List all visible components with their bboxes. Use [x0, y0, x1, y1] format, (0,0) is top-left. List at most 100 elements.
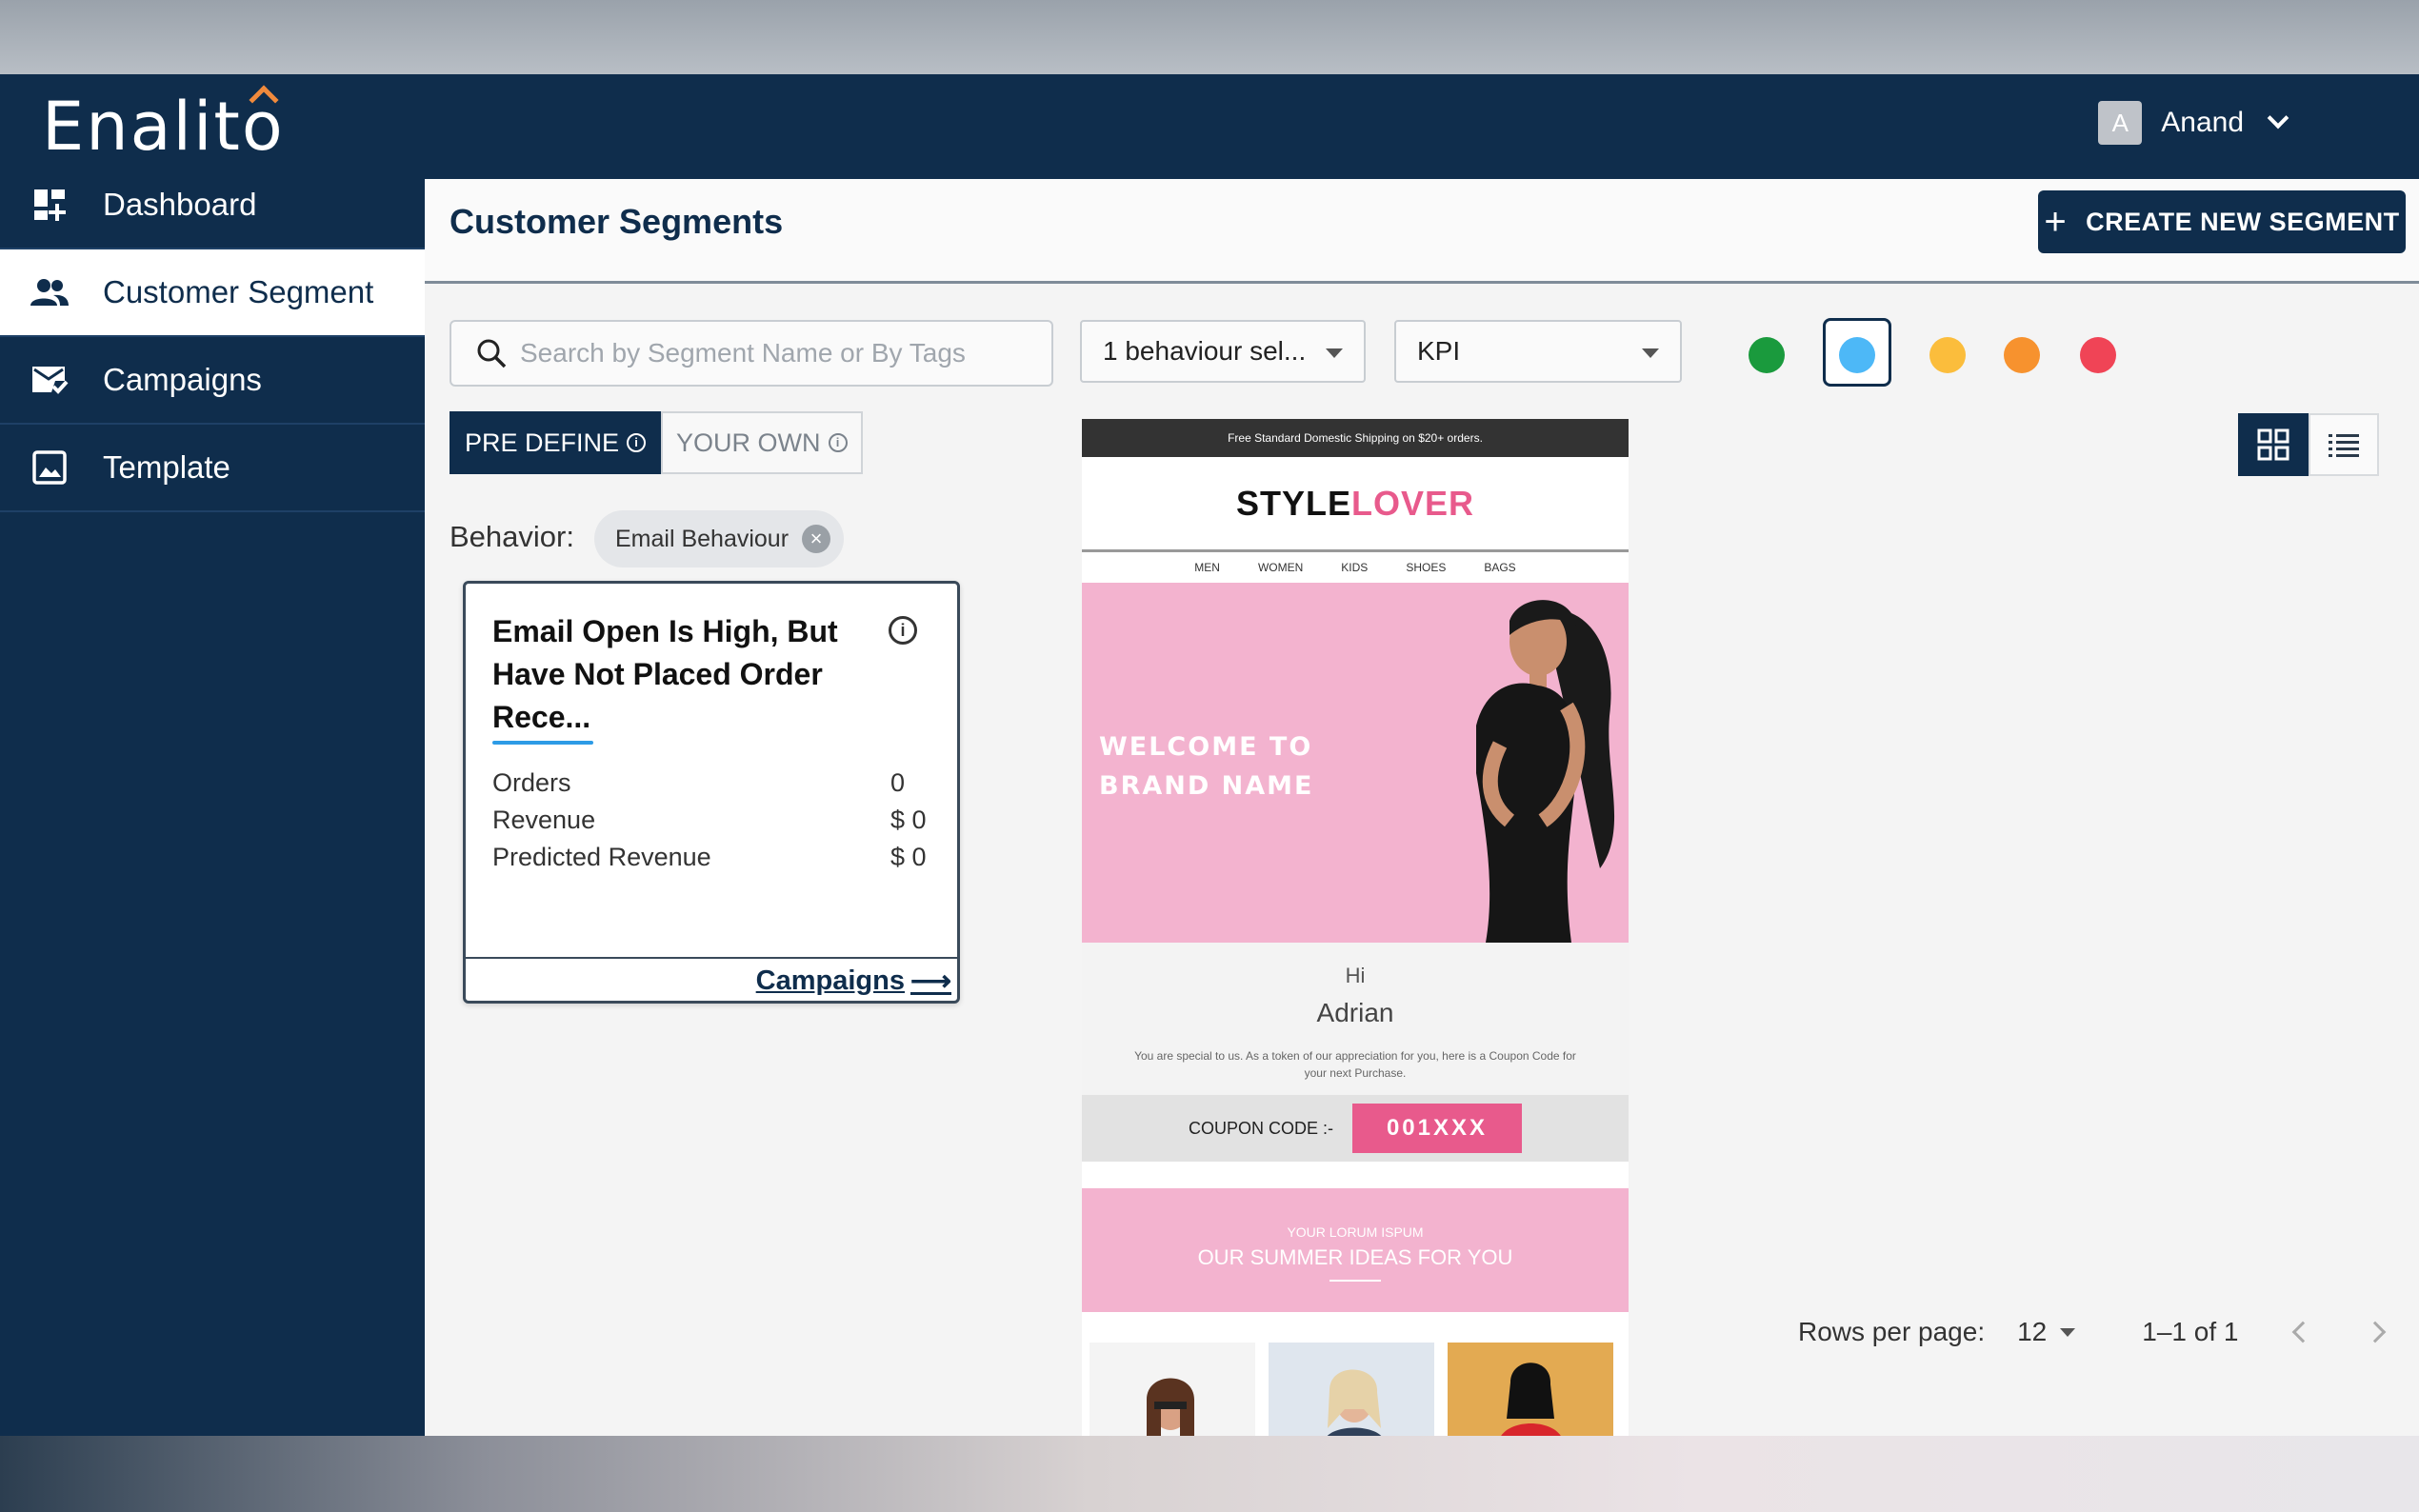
behaviour-select[interactable]: 1 behaviour sel... — [1080, 320, 1366, 383]
avatar: A — [2098, 101, 2143, 145]
preview-greeting: Hi Adrian You are special to us. As a to… — [1082, 943, 1629, 1095]
preview-brand: STYLE LOVER — [1082, 457, 1629, 552]
create-segment-label: CREATE NEW SEGMENT — [2086, 207, 2400, 236]
preview-coupon: COUPON CODE :- 001XXX — [1082, 1095, 1629, 1162]
info-icon[interactable]: i — [889, 616, 917, 645]
sidebar-item-label: Template — [103, 449, 230, 485]
tab-predefine-label: PRE DEFINE — [465, 428, 620, 457]
view-toggle — [2238, 413, 2379, 476]
list-view-button[interactable] — [2309, 413, 2379, 476]
sidebar: Enalito Dashboard Customer Segment Campa… — [0, 74, 425, 1436]
behaviour-select-value: 1 behaviour sel... — [1103, 336, 1307, 366]
app: Enalito Dashboard Customer Segment Campa… — [0, 74, 2419, 1436]
window-bottom-strip — [0, 1436, 2419, 1512]
tab-your-own[interactable]: YOUR OWN i — [661, 411, 863, 474]
banner-line — [1329, 1280, 1381, 1282]
window-top-strip — [0, 0, 2419, 74]
sidebar-item-campaigns[interactable]: Campaigns — [0, 337, 425, 425]
product-photo — [1448, 1343, 1613, 1436]
user-name: Anand — [2161, 107, 2244, 138]
pagination: Rows per page: 12 1–1 of 1 — [1798, 1308, 2387, 1356]
search-input[interactable] — [520, 338, 1034, 368]
chevron-right-icon[interactable] — [2365, 1321, 2387, 1343]
people-icon — [30, 273, 69, 311]
mail-check-icon — [30, 361, 69, 399]
image-icon — [30, 448, 69, 487]
product-photo — [1090, 1343, 1255, 1436]
color-filter-orange[interactable] — [2004, 337, 2040, 373]
page-header: Customer Segments + CREATE NEW SEGMENT — [425, 179, 2419, 284]
segment-type-toggle: PRE DEFINE i YOUR OWN i — [450, 411, 863, 474]
hero-line: WELCOME TO — [1099, 732, 1313, 762]
plus-icon: + — [2044, 200, 2068, 243]
product-photo — [1269, 1343, 1434, 1436]
email-template-preview[interactable]: Free Standard Domestic Shipping on $20+ … — [1082, 419, 1629, 1436]
behavior-chip-label: Email Behaviour — [615, 525, 790, 552]
arrow-right-icon: ⟶ — [910, 965, 951, 997]
caret-down-icon — [1642, 348, 1659, 358]
metric-value: $ 0 — [890, 843, 927, 871]
metric-row: Predicted Revenue $ 0 — [492, 839, 930, 876]
search-box — [450, 320, 1053, 387]
chevron-left-icon[interactable] — [2292, 1321, 2314, 1343]
close-icon[interactable]: × — [802, 525, 831, 553]
preview-hero-text: WELCOME TO BRAND NAME — [1099, 727, 1313, 806]
main-content: Customer Segments + CREATE NEW SEGMENT 1… — [425, 179, 2419, 1436]
rows-per-page-select[interactable]: 12 — [2017, 1317, 2047, 1347]
caret-down-icon[interactable] — [2060, 1327, 2076, 1337]
sidebar-item-label: Campaigns — [103, 362, 262, 397]
title-underline — [492, 741, 593, 745]
preview-menu-item: WOMEN — [1257, 561, 1304, 574]
preview-brand-a: STYLE — [1235, 483, 1351, 523]
metric-label: Revenue — [492, 806, 596, 834]
page-title: Customer Segments — [450, 202, 784, 241]
app-logo[interactable]: Enalito — [42, 84, 347, 169]
sidebar-item-label: Customer Segment — [103, 274, 374, 309]
sidebar-item-label: Dashboard — [103, 187, 257, 222]
rows-per-page-label: Rows per page: — [1798, 1317, 1986, 1346]
sidebar-nav: Dashboard Customer Segment Campaigns Tem… — [0, 162, 425, 512]
preview-menu-item: SHOES — [1406, 561, 1447, 574]
preview-menu-item: MEN — [1194, 561, 1220, 574]
color-filter-red[interactable] — [2080, 337, 2116, 373]
color-filter-blue[interactable] — [1839, 337, 1875, 373]
caret-down-icon — [1326, 348, 1343, 358]
preview-hi: Hi — [1345, 964, 1366, 987]
create-segment-button[interactable]: + CREATE NEW SEGMENT — [2038, 190, 2406, 253]
sidebar-item-customer-segment[interactable]: Customer Segment — [0, 249, 425, 337]
card-divider — [466, 957, 957, 959]
metric-label: Predicted Revenue — [492, 843, 711, 871]
metric-value: $ 0 — [890, 806, 927, 834]
sidebar-item-dashboard[interactable]: Dashboard — [0, 162, 425, 249]
topbar: A Anand — [425, 74, 2419, 179]
kpi-select-value: KPI — [1417, 336, 1461, 366]
tab-your-own-label: YOUR OWN — [676, 428, 821, 457]
metric-row: Orders 0 — [492, 765, 930, 802]
banner-main: OUR SUMMER IDEAS FOR YOU — [1197, 1245, 1513, 1269]
grid-view-button[interactable] — [2238, 413, 2309, 476]
campaigns-link-label: Campaigns — [755, 965, 905, 996]
color-filter-green[interactable] — [1749, 337, 1785, 373]
behavior-chip: Email Behaviour × — [594, 510, 845, 567]
preview-menu-item: KIDS — [1341, 561, 1369, 574]
preview-message: You are special to us. As a token of our… — [1134, 1049, 1576, 1080]
behavior-label: Behavior: — [450, 520, 574, 553]
segment-card[interactable]: Email Open Is High, But Have Not Placed … — [463, 581, 960, 1004]
preview-products — [1082, 1312, 1629, 1436]
chevron-down-icon — [2267, 107, 2289, 129]
campaigns-link[interactable]: Campaigns ⟶ — [756, 965, 951, 998]
info-icon: i — [627, 433, 647, 452]
preview-banner: YOUR LORUM ISPUM OUR SUMMER IDEAS FOR YO… — [1082, 1188, 1629, 1312]
color-filter-yellow[interactable] — [1929, 337, 1966, 373]
list-icon — [2329, 434, 2359, 457]
tab-predefine[interactable]: PRE DEFINE i — [450, 411, 662, 474]
preview-name: Adrian — [1316, 998, 1394, 1027]
sidebar-item-template[interactable]: Template — [0, 425, 425, 512]
user-menu[interactable]: A Anand — [2098, 101, 2289, 145]
preview-menu-item: BAGS — [1484, 561, 1516, 574]
info-icon: i — [828, 433, 848, 452]
grid-icon — [2257, 428, 2289, 461]
coupon-code: 001XXX — [1352, 1104, 1522, 1153]
segment-metrics: Orders 0 Revenue $ 0 Predicted Revenue $… — [492, 765, 930, 876]
kpi-select[interactable]: KPI — [1394, 320, 1682, 383]
